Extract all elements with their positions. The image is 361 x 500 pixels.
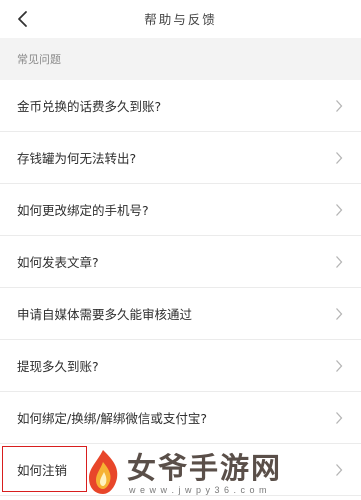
chevron-right-icon [334, 202, 344, 218]
faq-item-media-review[interactable]: 申请自媒体需要多久能审核通过 [0, 288, 361, 340]
faq-item-label: 如何注销 [17, 463, 68, 478]
faq-item-label: 提现多久到账? [17, 359, 99, 374]
chevron-right-icon [334, 462, 344, 478]
faq-list: 金币兑换的话费多久到账? 存钱罐为何无法转出? 如何更改绑定的手机号? 如何发表… [0, 80, 361, 496]
page-title: 帮助与反馈 [144, 12, 217, 27]
section-header-faq: 常见问题 [0, 38, 361, 80]
faq-item-publish-article[interactable]: 如何发表文章? [0, 236, 361, 288]
chevron-right-icon [334, 150, 344, 166]
chevron-right-icon [334, 410, 344, 426]
faq-item-label: 如何绑定/换绑/解绑微信或支付宝? [17, 411, 208, 426]
faq-item-cancel-account[interactable]: 如何注销 [0, 444, 361, 496]
navigation-bar: 帮助与反馈 [0, 0, 361, 38]
chevron-right-icon [334, 358, 344, 374]
faq-item-withdraw-time[interactable]: 提现多久到账? [0, 340, 361, 392]
faq-item-change-phone[interactable]: 如何更改绑定的手机号? [0, 184, 361, 236]
chevron-right-icon [334, 306, 344, 322]
chevron-right-icon [334, 254, 344, 270]
faq-item-label: 申请自媒体需要多久能审核通过 [17, 307, 193, 322]
section-title: 常见问题 [17, 53, 61, 66]
faq-item-label: 存钱罐为何无法转出? [17, 151, 137, 166]
faq-item-label: 如何发表文章? [17, 255, 99, 270]
faq-item-piggy-bank[interactable]: 存钱罐为何无法转出? [0, 132, 361, 184]
faq-item-gold-exchange[interactable]: 金币兑换的话费多久到账? [0, 80, 361, 132]
chevron-right-icon [334, 98, 344, 114]
faq-item-bind-payment[interactable]: 如何绑定/换绑/解绑微信或支付宝? [0, 392, 361, 444]
faq-item-label: 如何更改绑定的手机号? [17, 203, 149, 218]
faq-item-label: 金币兑换的话费多久到账? [17, 99, 162, 114]
